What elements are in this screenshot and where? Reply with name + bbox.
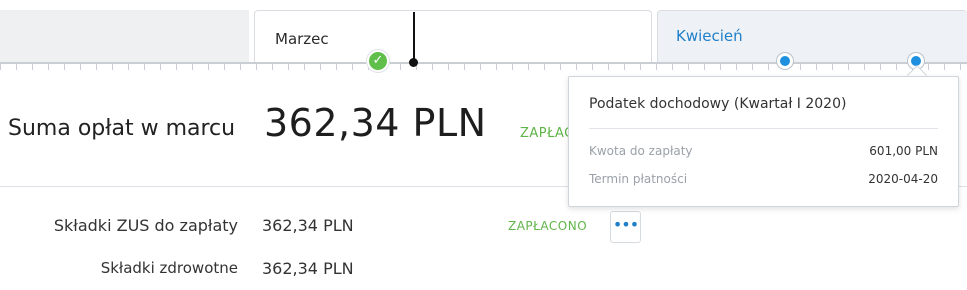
tax-tooltip: Podatek dochodowy (Kwartał I 2020) Kwota…	[568, 76, 959, 207]
timeline-ticks	[0, 62, 967, 70]
tooltip-divider	[589, 128, 938, 129]
tooltip-value-deadline: 2020-04-20	[868, 172, 938, 186]
tab-marzec[interactable]: Marzec	[254, 10, 652, 64]
tooltip-key-amount: Kwota do zapłaty	[589, 144, 693, 158]
timeline-cursor-dot[interactable]	[409, 58, 418, 67]
summary-amount: 362,34 PLN	[264, 101, 487, 145]
due-dot-icon[interactable]	[777, 53, 793, 69]
timeline-cursor[interactable]	[413, 12, 415, 62]
tooltip-value-amount: 601,00 PLN	[869, 144, 938, 158]
check-icon[interactable]: ✓	[367, 50, 389, 72]
row-amount-zus: 362,34 PLN	[262, 216, 354, 235]
summary-label: Suma opłat w marcu	[8, 116, 236, 141]
more-options-button[interactable]: •••	[610, 211, 641, 243]
tab-previous-month[interactable]	[0, 10, 249, 64]
row-label-zdrowotne: Składki zdrowotne	[100, 259, 238, 277]
tooltip-title: Podatek dochodowy (Kwartał I 2020)	[589, 96, 847, 112]
row-status-zus: ZAPŁACONO	[508, 219, 588, 233]
row-label-zus: Składki ZUS do zapłaty	[53, 216, 238, 235]
tab-label-kwiecien: Kwiecień	[676, 27, 743, 45]
tab-label-marzec: Marzec	[275, 30, 329, 48]
row-amount-zdrowotne: 362,34 PLN	[262, 259, 354, 278]
tooltip-key-deadline: Termin płatności	[589, 172, 688, 186]
